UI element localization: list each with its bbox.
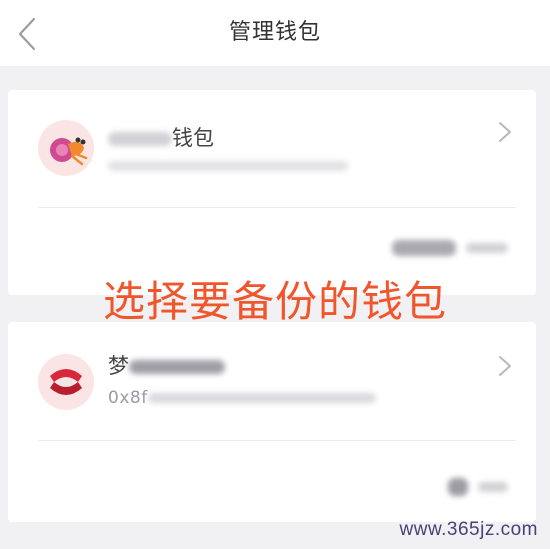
watermark: www.365jz.com — [399, 519, 538, 540]
redacted-unit — [478, 482, 508, 492]
red-shell-icon — [38, 354, 94, 410]
divider — [38, 440, 516, 441]
wallet-card[interactable]: 梦 0x8f — [8, 322, 536, 522]
chevron-right-icon — [499, 356, 511, 376]
wallet-address: 0x8f — [108, 388, 376, 408]
divider — [38, 207, 516, 208]
wallet-address — [108, 156, 348, 176]
redacted-text — [129, 360, 225, 374]
wallet-balance — [448, 478, 508, 496]
redacted-address — [147, 393, 376, 403]
hermit-crab-icon — [38, 120, 94, 176]
wallet-card[interactable]: 钱包 — [8, 90, 536, 295]
page-title: 管理钱包 — [228, 20, 321, 45]
redacted-address — [108, 161, 348, 171]
redacted-balance — [392, 240, 456, 256]
redacted-unit — [466, 243, 508, 253]
navigation-bar: 管理钱包 — [0, 0, 550, 66]
wallet-balance — [392, 240, 508, 256]
wallet-name: 梦 — [108, 350, 225, 380]
chevron-right-icon — [499, 122, 511, 142]
wallet-name: 钱包 — [108, 122, 214, 152]
redacted-text — [108, 132, 172, 146]
redacted-balance — [448, 478, 468, 496]
